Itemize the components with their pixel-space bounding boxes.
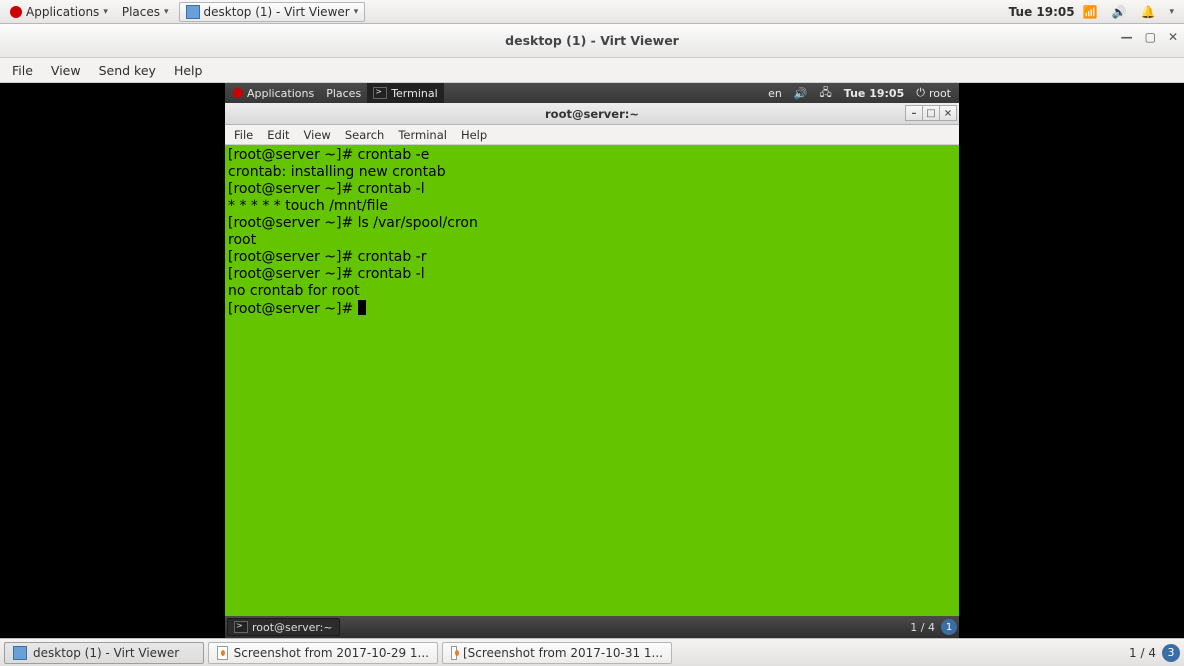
viewer-menu-help[interactable]: Help [166,58,211,83]
session-menu[interactable]: ▾ [1163,0,1180,24]
guest-taskbar-entry[interactable]: root@server:~ [227,618,340,636]
viewer-titlebar[interactable]: desktop (1) - Virt Viewer — ▢ ✕ [0,24,1184,58]
terminal-icon [234,621,248,633]
terminal-menu-edit[interactable]: Edit [260,125,296,145]
taskbar-entry-screenshot-1[interactable]: Screenshot from 2017-10-29 1... [208,642,438,664]
terminal-close-button[interactable]: × [939,105,957,121]
terminal-menu-search[interactable]: Search [338,125,392,145]
virt-viewer-window: desktop (1) - Virt Viewer — ▢ ✕ File Vie… [0,24,1184,638]
guest-places-menu[interactable]: Places [320,83,367,103]
guest-clock[interactable]: Tue 19:05 [838,83,910,103]
terminal-menu-file[interactable]: File [227,125,260,145]
terminal-line: [root@server ~]# crontab -l [228,266,956,283]
host-workspace-label: 1 / 4 [1129,646,1156,660]
terminal-line: [root@server ~]# crontab -e [228,147,956,164]
terminal-maximize-button[interactable]: □ [922,105,940,121]
volume-icon[interactable]: 🔊 [1106,0,1133,24]
host-places-menu[interactable]: Places ▾ [116,0,175,24]
guest-bottom-panel: root@server:~ 1 / 4 1 [225,616,959,638]
terminal-line: * * * * * touch /mnt/file [228,198,956,215]
host-workspace-switcher[interactable]: 3 [1162,644,1180,662]
notification-icon[interactable]: 🔔 [1135,0,1162,24]
terminal-line: [root@server ~]# crontab -l [228,181,956,198]
window-icon [186,5,200,19]
redhat-icon [233,88,243,98]
guest-top-panel: Applications Places Terminal en 🔊 🖧 Tue … [225,83,959,103]
terminal-body[interactable]: [root@server ~]# crontab -ecrontab: inst… [225,145,959,616]
guest-terminal-task[interactable]: Terminal [367,83,444,103]
host-applications-menu[interactable]: Applications ▾ [4,0,114,24]
terminal-line: [root@server ~]# ls /var/spool/cron [228,215,956,232]
terminal-window: root@server:~ – □ × File Edit View Searc… [225,103,959,616]
close-button[interactable]: ✕ [1168,30,1178,44]
host-applications-label: Applications [26,5,99,19]
network-icon[interactable]: 📶 [1077,0,1104,24]
host-bottom-taskbar: desktop (1) - Virt Viewer Screenshot fro… [0,638,1184,666]
viewer-menu-file[interactable]: File [4,58,41,83]
host-clock[interactable]: Tue 19:05 [1009,5,1075,19]
terminal-titlebar[interactable]: root@server:~ – □ × [225,103,959,125]
terminal-line: no crontab for root [228,283,956,300]
minimize-button[interactable]: — [1121,30,1133,44]
viewer-content: Applications Places Terminal en 🔊 🖧 Tue … [0,83,1184,638]
viewer-menu-view[interactable]: View [43,58,89,83]
guest-workspace-label: 1 / 4 [910,621,935,634]
terminal-minimize-button[interactable]: – [905,105,923,121]
taskbar-entry-virt-viewer[interactable]: desktop (1) - Virt Viewer [4,642,204,664]
host-panel-task-button[interactable]: desktop (1) - Virt Viewer ▾ [179,2,366,22]
guest-lang-indicator[interactable]: en [762,83,788,103]
image-icon [451,646,457,660]
host-top-panel: Applications ▾ Places ▾ desktop (1) - Vi… [0,0,1184,24]
terminal-menu-view[interactable]: View [297,125,338,145]
terminal-line: [root@server ~]# crontab -r [228,249,956,266]
terminal-line: root [228,232,956,249]
viewer-menu-sendkey[interactable]: Send key [91,58,164,83]
terminal-menu-help[interactable]: Help [454,125,494,145]
caret-down-icon: ▾ [354,7,359,17]
caret-down-icon: ▾ [103,7,108,17]
guest-volume-icon[interactable]: 🔊 [788,83,814,103]
viewer-menubar: File View Send key Help [0,58,1184,83]
guest-applications-menu[interactable]: Applications [227,83,320,103]
window-icon [13,646,27,660]
guest-network-icon[interactable]: 🖧 [814,83,838,103]
maximize-button[interactable]: ▢ [1145,30,1156,44]
terminal-menubar: File Edit View Search Terminal Help [225,125,959,145]
taskbar-entry-screenshot-2[interactable]: [Screenshot from 2017-10-31 1... [442,642,672,664]
viewer-title: desktop (1) - Virt Viewer [505,33,679,48]
terminal-cursor [358,300,366,315]
host-places-label: Places [122,5,160,19]
terminal-icon [373,87,387,99]
terminal-menu-terminal[interactable]: Terminal [391,125,454,145]
terminal-line: [root@server ~]# [228,300,956,318]
guest-user-menu[interactable]: ⏻ root [910,83,957,103]
guest-screen: Applications Places Terminal en 🔊 🖧 Tue … [225,83,959,638]
redhat-icon [10,6,22,18]
host-panel-task-label: desktop (1) - Virt Viewer [204,5,350,19]
guest-workspace-switcher[interactable]: 1 [941,619,957,635]
terminal-title: root@server:~ [545,107,639,121]
terminal-line: crontab: installing new crontab [228,164,956,181]
caret-down-icon: ▾ [164,7,169,17]
image-icon [217,646,228,660]
